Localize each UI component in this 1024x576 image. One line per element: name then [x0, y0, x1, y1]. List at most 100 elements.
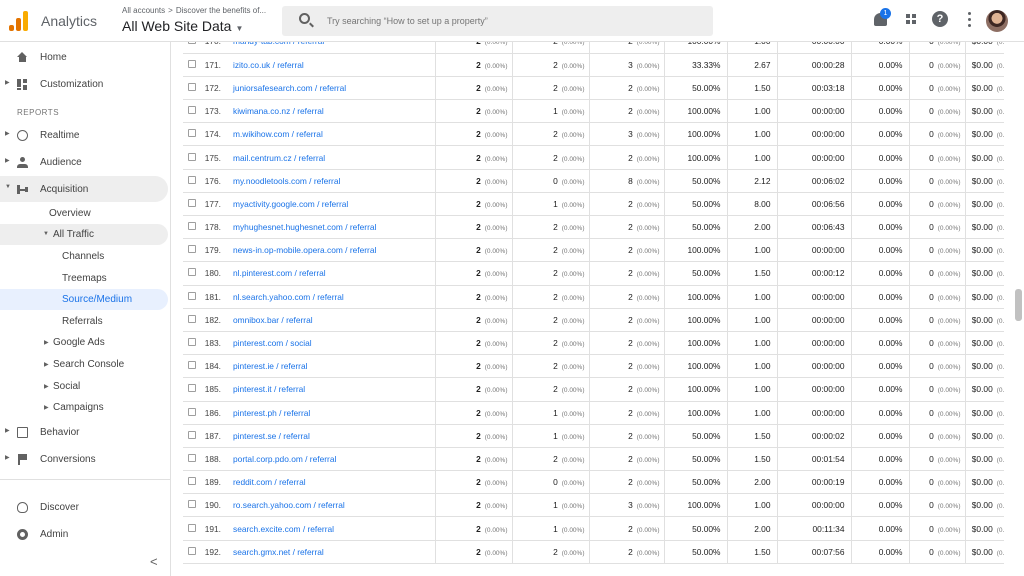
row-checkbox[interactable] [188, 175, 196, 184]
row-checkbox[interactable] [188, 222, 196, 231]
source-medium-link[interactable]: juniorsafesearch.com / referral [225, 76, 436, 101]
analytics-logo-icon[interactable] [9, 11, 31, 31]
row-checkbox[interactable] [188, 314, 196, 323]
goal-completions-cell: 0(0.00%) [909, 470, 966, 495]
sessions-cell: 2(0.00%) [435, 215, 513, 240]
source-medium-link[interactable]: search.gmx.net / referral [225, 540, 436, 564]
row-checkbox[interactable] [188, 82, 196, 91]
sessions-cell: 2(0.00%) [435, 42, 513, 54]
goal-completions-percent: (0.00%) [937, 433, 961, 441]
sidebar-item-search-console[interactable]: ▶ Search Console [0, 354, 168, 375]
row-checkbox[interactable] [188, 384, 196, 393]
row-checkbox[interactable] [188, 407, 196, 416]
source-medium-link[interactable]: search.excite.com / referral [225, 516, 436, 541]
row-checkbox[interactable] [188, 338, 196, 347]
row-checkbox[interactable] [188, 430, 196, 439]
row-checkbox[interactable] [188, 361, 196, 370]
breadcrumb[interactable]: All accounts > Discover the benefits of... [122, 6, 266, 15]
row-checkbox[interactable] [188, 129, 196, 138]
sidebar-item-channels[interactable]: Channels [0, 246, 168, 267]
sidebar-item-label: Behavior [40, 427, 80, 438]
row-checkbox[interactable] [188, 453, 196, 462]
row-checkbox-cell [183, 401, 201, 425]
sidebar-item-google-ads[interactable]: ▶ Google Ads [0, 332, 168, 353]
collapse-sidebar-button[interactable]: < [150, 554, 158, 569]
new-users-percent: (0.00%) [561, 317, 585, 325]
source-medium-link[interactable]: my.noodletools.com / referral [225, 169, 436, 193]
sidebar-item-source-medium[interactable]: Source/Medium [0, 289, 168, 310]
row-checkbox[interactable] [188, 477, 196, 486]
row-checkbox[interactable] [188, 291, 196, 300]
avatar[interactable] [986, 10, 1008, 32]
behavior-icon [17, 427, 28, 438]
new-users-value: 1 [553, 106, 558, 117]
source-medium-link[interactable]: nl.search.yahoo.com / referral [225, 285, 436, 309]
source-medium-link[interactable]: pinterest.ie / referral [225, 354, 436, 379]
new-users-value: 2 [553, 268, 558, 279]
notifications-button[interactable]: 1 [872, 8, 891, 29]
sidebar-item-realtime[interactable]: ▶ Realtime [0, 122, 168, 148]
sidebar-item-discover[interactable]: Discover [0, 494, 168, 520]
sidebar-item-acquisition[interactable]: ▼ Acquisition [0, 176, 168, 202]
sidebar-item-campaigns[interactable]: ▶ Campaigns [0, 397, 168, 418]
source-medium-link[interactable]: pinterest.ph / referral [225, 401, 436, 425]
sidebar-item-admin[interactable]: Admin [0, 521, 168, 547]
sidebar-item-social[interactable]: ▶ Social [0, 376, 168, 397]
row-checkbox[interactable] [188, 500, 196, 509]
new-users-value: 1 [553, 430, 558, 441]
source-medium-link[interactable]: reddit.com / referral [225, 470, 436, 495]
source-medium-link[interactable]: pinterest.se / referral [225, 424, 436, 448]
sidebar-item-behavior[interactable]: ▶ Behavior [0, 419, 168, 445]
source-medium-link[interactable]: mail.centrum.cz / referral [225, 145, 436, 170]
sidebar-item-referrals[interactable]: Referrals [0, 311, 168, 332]
source-medium-link[interactable]: mandy-tab.com / referral [225, 42, 436, 54]
sidebar-item-treemaps[interactable]: Treemaps [0, 268, 168, 289]
row-checkbox[interactable] [188, 546, 196, 555]
source-medium-link[interactable]: pinterest.it / referral [225, 377, 436, 402]
source-medium-link[interactable]: news-in.op-mobile.opera.com / referral [225, 238, 436, 263]
apps-button[interactable] [903, 11, 921, 29]
source-medium-link[interactable]: myactivity.google.com / referral [225, 192, 436, 217]
source-medium-link[interactable]: nl.pinterest.com / referral [225, 261, 436, 286]
goal-value-percent: (0.00%) [996, 155, 1004, 163]
property-selector[interactable]: All Web Site Data ▼ [122, 18, 243, 34]
row-checkbox[interactable] [188, 106, 196, 115]
conversion-rate-cell: 0.00% [851, 447, 910, 472]
sidebar-item-all-traffic[interactable]: ▼ All Traffic [0, 224, 168, 245]
goal-completions-cell: 0(0.00%) [909, 401, 966, 425]
row-checkbox-cell [183, 424, 201, 448]
source-medium-link[interactable]: m.wikihow.com / referral [225, 122, 436, 147]
bounce-rate-cell: 33.33% [664, 53, 728, 77]
source-medium-link[interactable]: ro.search.yahoo.com / referral [225, 493, 436, 518]
source-medium-link[interactable]: omnibox.bar / referral [225, 308, 436, 332]
sidebar-item-home[interactable]: Home [0, 44, 168, 70]
breadcrumb-account[interactable]: All accounts [122, 6, 165, 15]
sidebar-item-conversions[interactable]: ▶ Conversions [0, 446, 168, 472]
sidebar-item-audience[interactable]: ▶ Audience [0, 149, 168, 175]
search-input[interactable] [327, 13, 697, 29]
sidebar-item-customization[interactable]: ▶ Customization [0, 71, 168, 97]
scrollbar-thumb[interactable] [1015, 289, 1022, 321]
source-medium-link[interactable]: pinterest.com / social [225, 331, 436, 356]
pages-per-session-cell: 1.50 [727, 261, 778, 286]
row-checkbox[interactable] [188, 198, 196, 207]
row-checkbox[interactable] [188, 42, 196, 45]
breadcrumb-property[interactable]: Discover the benefits of... [176, 6, 266, 15]
row-checkbox[interactable] [188, 152, 196, 161]
sidebar-item-overview[interactable]: Overview [0, 203, 168, 224]
help-button[interactable]: ? [932, 11, 950, 29]
new-users-percent: (0.00%) [561, 155, 585, 163]
row-checkbox[interactable] [188, 523, 196, 532]
source-medium-link[interactable]: kiwimana.co.nz / referral [225, 99, 436, 124]
more-options-button[interactable] [962, 11, 980, 29]
avg-session-duration-cell: 00:00:00 [777, 331, 852, 356]
row-checkbox[interactable] [188, 245, 196, 254]
search-box[interactable] [282, 6, 713, 36]
source-medium-link[interactable]: izito.co.uk / referral [225, 53, 436, 77]
row-checkbox[interactable] [188, 59, 196, 68]
sessions-percent: (0.00%) [484, 248, 508, 256]
new-sessions-percent: (0.00%) [636, 480, 660, 488]
row-checkbox[interactable] [188, 268, 196, 277]
source-medium-link[interactable]: myhughesnet.hughesnet.com / referral [225, 215, 436, 240]
source-medium-link[interactable]: portal.corp.pdo.om / referral [225, 447, 436, 472]
